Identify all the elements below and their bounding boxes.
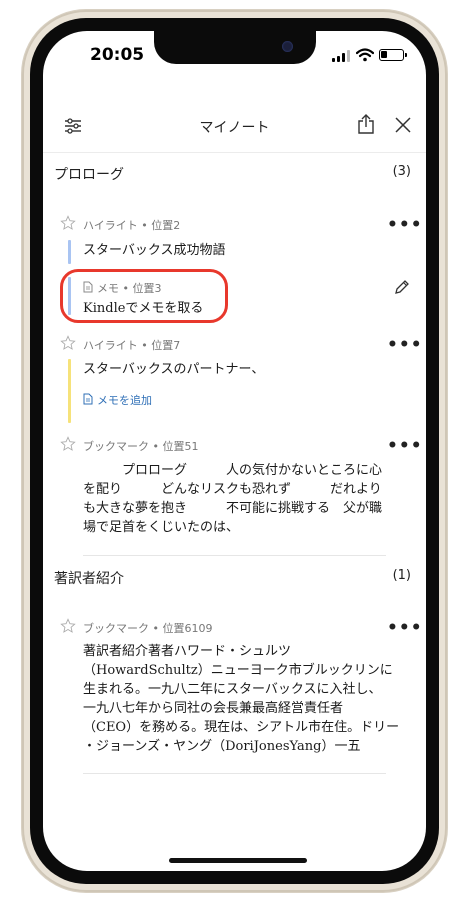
star-icon[interactable]: [60, 215, 76, 231]
bookmark-text-line: 一九八七年から同社の会長兼最高経営責任者: [83, 701, 344, 716]
section-header[interactable]: プロローグ (3): [43, 164, 426, 194]
share-icon[interactable]: [357, 114, 375, 134]
annotation-highlight: [60, 269, 228, 323]
bookmark-text-line: 著訳者紹介著者ハワード・シュルツ: [83, 644, 292, 659]
bookmark-text-line: を配り どんなリスクも恐れず だれより: [83, 482, 382, 497]
highlight-color-bar: [68, 240, 71, 264]
star-icon[interactable]: [60, 618, 76, 634]
app-screen: 20:05 マイノート プロローグ (3) ハイライト • 位置2 ••• スタ…: [43, 31, 426, 871]
section-header[interactable]: 著訳者紹介 (1): [43, 568, 426, 598]
bookmark-text-line: プロローグ 人の気付かないところに心: [83, 463, 383, 478]
cellular-signal-icon: [332, 50, 350, 62]
more-icon[interactable]: •••: [387, 620, 423, 637]
divider: [83, 773, 386, 774]
add-note-link[interactable]: メモを追加: [97, 392, 152, 408]
bookmark-text-line: （HowardSchultz）ニューヨーク市ブルックリンに: [83, 663, 393, 678]
highlight-color-bar: [68, 359, 71, 423]
more-icon[interactable]: •••: [387, 337, 423, 354]
more-icon[interactable]: •••: [387, 438, 423, 455]
status-time: 20:05: [90, 45, 145, 65]
star-icon[interactable]: [60, 335, 76, 351]
section-count: (3): [392, 164, 411, 179]
phone-bezel: 20:05 マイノート プロローグ (3) ハイライト • 位置2 ••• スタ…: [30, 18, 439, 884]
note-icon: [83, 393, 93, 405]
bookmark-text-line: （CEO）を務める。現在は、シアトル市在住。ドリー: [83, 720, 400, 735]
star-icon[interactable]: [60, 436, 76, 452]
section-count: (1): [392, 568, 411, 583]
bookmark-text-line: も大きな夢を抱き 不可能に挑戦する 父が職: [83, 501, 383, 516]
bookmark-text-line: 場で足首をくじいたのは、: [83, 520, 240, 535]
bookmark-text-line: 生まれる。一九八二年にスターバックスに入社し、: [83, 682, 382, 697]
status-bar: 20:05: [43, 31, 426, 75]
bookmark-text-line: ・ジョーンズ・ヤング（DoriJonesYang）一五: [83, 739, 361, 754]
nav-bar: マイノート: [43, 97, 426, 153]
battery-icon: [379, 49, 407, 61]
wifi-icon: [356, 48, 374, 62]
highlight-meta: ハイライト • 位置2: [83, 219, 181, 232]
section-title: プロローグ: [54, 167, 124, 183]
phone-frame: 20:05 マイノート プロローグ (3) ハイライト • 位置2 ••• スタ…: [22, 10, 447, 892]
highlight-meta: ハイライト • 位置7: [83, 339, 181, 352]
more-icon[interactable]: •••: [387, 217, 423, 234]
bookmark-meta: ブックマーク • 位置6109: [83, 622, 213, 635]
divider: [83, 555, 386, 556]
bookmark-meta: ブックマーク • 位置51: [83, 440, 199, 453]
close-icon[interactable]: [395, 117, 411, 133]
highlight-text: スターバックスのパートナー、: [83, 362, 265, 377]
section-title: 著訳者紹介: [54, 571, 124, 587]
home-indicator[interactable]: [169, 858, 307, 863]
pencil-icon[interactable]: [394, 279, 410, 295]
highlight-text: スターバックス成功物語: [83, 243, 226, 258]
